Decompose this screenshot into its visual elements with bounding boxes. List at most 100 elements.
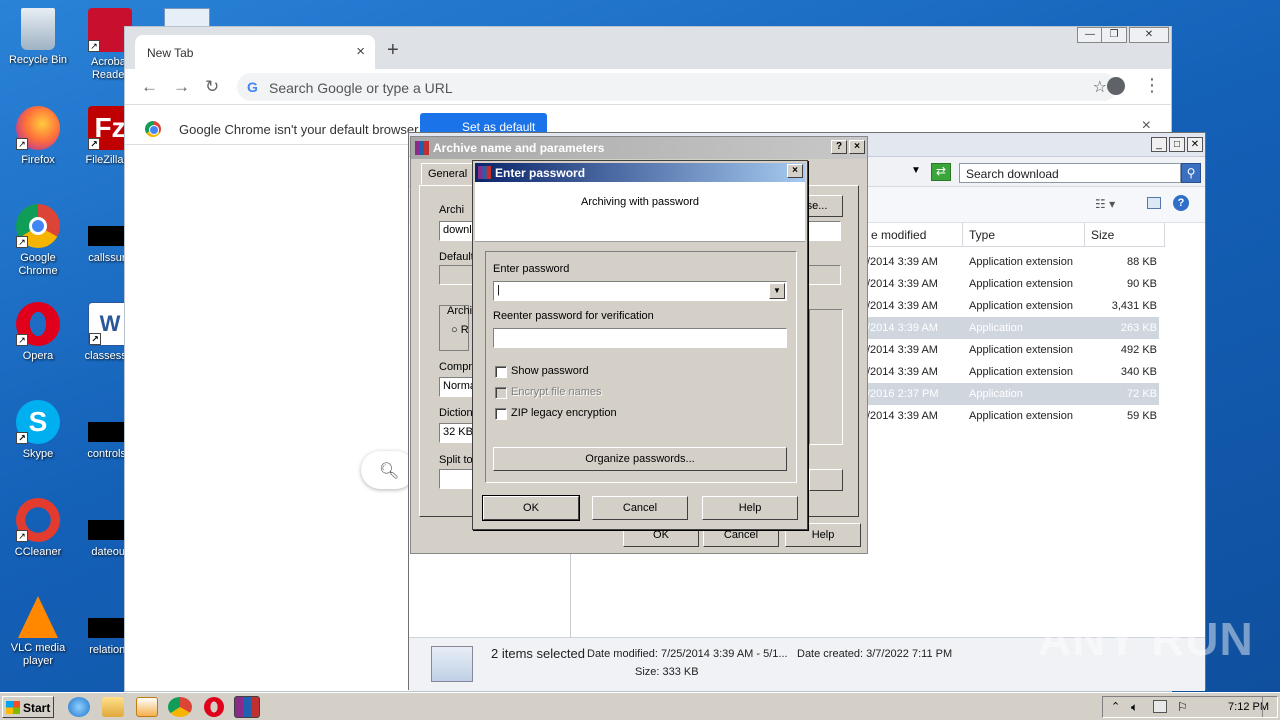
file-row[interactable]: /2016 2:37 PM Application 72 KB: [867, 383, 1159, 405]
show-desktop-button[interactable]: [1262, 697, 1276, 717]
tray-expand-icon[interactable]: ⌃: [1111, 700, 1120, 713]
internet-explorer-icon[interactable]: [68, 697, 90, 717]
system-tray: ⌃ 🔈︎ ⚐ 7:12 PM: [1102, 696, 1278, 718]
column-header-size[interactable]: Size: [1085, 223, 1165, 247]
close-button[interactable]: ✕: [1187, 137, 1203, 152]
menu-dots-icon[interactable]: ⋮: [1143, 75, 1161, 96]
opera-taskbar-icon[interactable]: [204, 697, 224, 717]
bookmark-star-icon[interactable]: ☆: [1093, 77, 1107, 97]
file-row[interactable]: /2014 3:39 AM Application extension 88 KB: [867, 251, 1159, 273]
desktop-icon-vlc[interactable]: VLC media player: [0, 596, 76, 668]
anyrun-watermark: ANY RUN: [1038, 613, 1254, 665]
address-dropdown-icon[interactable]: ▼: [911, 165, 921, 176]
google-g-icon: G: [247, 79, 258, 95]
search-icon[interactable]: 🔍︎: [361, 451, 415, 489]
start-button[interactable]: Start: [2, 696, 54, 718]
options-group: [809, 309, 843, 445]
archive-name-label: Archi: [439, 204, 465, 216]
desktop-icon-label: Skype: [22, 448, 54, 460]
file-row[interactable]: /2014 3:39 AM Application extension 3,431 …: [867, 295, 1159, 317]
file-explorer-icon[interactable]: [102, 697, 124, 717]
maximize-button[interactable]: ❐: [1101, 27, 1127, 43]
close-button[interactable]: ×: [849, 140, 865, 154]
desktop-icon-label: VLC media player: [10, 642, 66, 667]
ccleaner-icon: ↗: [16, 498, 60, 542]
winrar-taskbar-icon[interactable]: [234, 696, 260, 718]
windows-logo-icon: [6, 701, 20, 714]
redacted-icon: [88, 520, 124, 540]
file-row[interactable]: /2014 3:39 AM Application extension 492 KB: [867, 339, 1159, 361]
desktop-icon-recycle-bin[interactable]: Recycle Bin: [0, 8, 76, 67]
desktop-icon-opera[interactable]: ↗ Opera: [0, 302, 76, 363]
search-icon[interactable]: ⚲: [1181, 163, 1201, 183]
help-icon[interactable]: ?: [1173, 195, 1189, 211]
refresh-icon[interactable]: ⇄: [931, 163, 951, 181]
reload-icon[interactable]: ↻: [205, 77, 219, 97]
minimize-button[interactable]: —: [1077, 27, 1103, 43]
enter-password-dialog: Enter password × Archiving with password…: [472, 160, 808, 530]
winrar-icon: [415, 141, 429, 155]
minimize-button[interactable]: _: [1151, 137, 1167, 152]
back-arrow-icon[interactable]: ←: [141, 77, 158, 97]
reenter-password-input[interactable]: [493, 328, 787, 348]
desktop-icon-label: Opera: [22, 350, 54, 362]
media-player-icon[interactable]: [136, 697, 158, 717]
chrome-toolbar: ← → ↻ G Search Google or type a URL ☆ ⋮: [125, 69, 1171, 105]
organize-passwords-button[interactable]: Organize passwords...: [493, 447, 787, 471]
password-input[interactable]: |: [493, 281, 787, 301]
infobar-message: Google Chrome isn't your default browser: [179, 122, 419, 137]
close-button[interactable]: ✕: [1129, 27, 1169, 43]
tab-close-icon[interactable]: ×: [356, 43, 365, 60]
archive-dialog-title: Archive name and parameters: [433, 141, 605, 155]
column-header-date-modified[interactable]: e modified: [865, 223, 963, 247]
show-password-checkbox[interactable]: [495, 366, 507, 378]
desktop-icon-label: Google Chrome: [18, 252, 58, 277]
volume-icon[interactable]: 🔈︎: [1131, 700, 1138, 715]
desktop-icon-skype[interactable]: S ↗ Skype: [0, 400, 76, 461]
winrar-icon: [478, 166, 491, 179]
zip-legacy-encryption-checkbox[interactable]: [495, 408, 507, 420]
archive-dialog-titlebar: Archive name and parameters ? ×: [411, 137, 867, 159]
password-dialog-title: Enter password: [495, 166, 586, 180]
help-button[interactable]: Help: [702, 496, 798, 520]
chrome-logo-icon: [145, 121, 161, 137]
profile-icon[interactable]: [1107, 77, 1125, 95]
view-options-icon[interactable]: ☷ ▾: [1095, 197, 1115, 211]
close-button[interactable]: ×: [787, 164, 803, 178]
action-center-flag-icon[interactable]: ⚐: [1177, 700, 1188, 714]
password-history-dropdown-icon[interactable]: ▼: [769, 283, 785, 299]
new-tab-button[interactable]: +: [387, 39, 399, 62]
search-input[interactable]: Search download: [959, 163, 1181, 183]
omnibox[interactable]: G Search Google or type a URL ☆: [237, 73, 1117, 101]
password-dialog-titlebar: Enter password: [475, 163, 805, 182]
chrome-icon: ↗: [16, 204, 60, 248]
encrypt-file-names-label: Encrypt file names: [511, 386, 602, 398]
chrome-taskbar-icon[interactable]: [168, 697, 192, 717]
encrypt-file-names-checkbox: [495, 387, 507, 399]
file-row[interactable]: /2014 3:39 AM Application extension 90 KB: [867, 273, 1159, 295]
options-button[interactable]: [809, 469, 843, 491]
file-row[interactable]: /2014 3:39 AM Application 263 KB: [867, 317, 1159, 339]
column-header-type[interactable]: Type: [963, 223, 1085, 247]
cancel-button[interactable]: Cancel: [592, 496, 688, 520]
redacted-icon: [88, 422, 124, 442]
desktop-icon-ccleaner[interactable]: ↗ CCleaner: [0, 498, 76, 559]
desktop-icon-chrome[interactable]: ↗ Google Chrome: [0, 204, 76, 278]
ok-button[interactable]: OK: [482, 495, 580, 521]
network-icon[interactable]: [1153, 700, 1167, 713]
forward-arrow-icon[interactable]: →: [173, 77, 190, 97]
show-password-label: Show password: [511, 365, 589, 377]
chrome-tab-new-tab[interactable]: New Tab ×: [135, 35, 375, 69]
word-doc-icon[interactable]: [164, 8, 210, 28]
help-question-button[interactable]: ?: [831, 140, 847, 154]
format-radio[interactable]: ○ R: [451, 324, 469, 336]
enter-password-label: Enter password: [493, 263, 570, 275]
tab-general[interactable]: General: [421, 163, 475, 185]
desktop-icon-firefox[interactable]: ↗ Firefox: [0, 106, 76, 167]
date-modified-text: Date modified: 7/25/2014 3:39 AM - 5/1..…: [587, 648, 788, 660]
file-row[interactable]: /2014 3:39 AM Application extension 59 KB: [867, 405, 1159, 427]
maximize-button[interactable]: □: [1169, 137, 1185, 152]
preview-pane-icon[interactable]: [1147, 197, 1161, 209]
file-row[interactable]: /2014 3:39 AM Application extension 340 KB: [867, 361, 1159, 383]
archive-format-label: Archi: [447, 305, 473, 317]
